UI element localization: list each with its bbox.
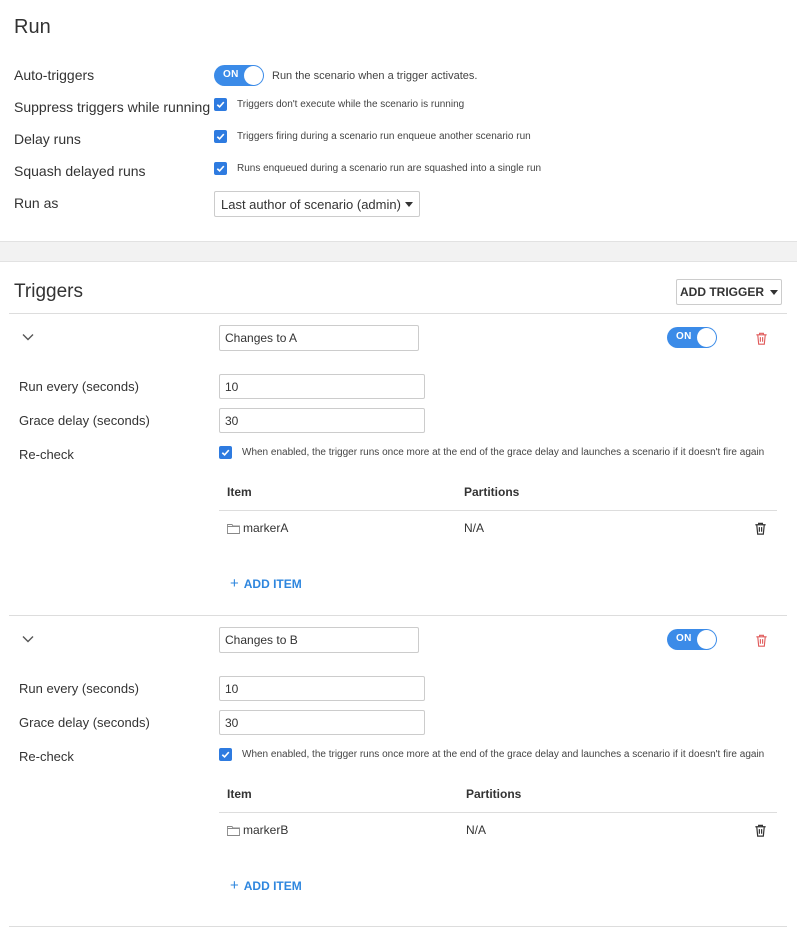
- auto-triggers-description: Run the scenario when a trigger activate…: [272, 69, 478, 82]
- run-as-select[interactable]: Last author of scenario (admin): [214, 191, 420, 217]
- chevron-down-icon[interactable]: [21, 632, 35, 646]
- trigger-name-input[interactable]: Changes to A: [219, 325, 419, 351]
- item-partitions: N/A: [464, 521, 485, 535]
- item-name: markerA: [243, 521, 289, 535]
- triggers-title: Triggers: [14, 281, 83, 302]
- add-trigger-label: ADD TRIGGER: [680, 285, 764, 299]
- squash-checkbox[interactable]: [214, 162, 227, 175]
- folder-icon: [227, 825, 240, 836]
- run-every-label: Run every (seconds): [19, 681, 139, 696]
- toggle-knob: [697, 328, 716, 347]
- run-every-input[interactable]: 10: [219, 676, 425, 701]
- run-every-label: Run every (seconds): [19, 379, 139, 394]
- trash-icon[interactable]: [753, 521, 768, 536]
- trigger-name-input[interactable]: Changes to B: [219, 627, 419, 653]
- partitions-column-header: Partitions: [464, 485, 520, 499]
- section-divider-band: [0, 241, 797, 262]
- squash-label: Squash delayed runs: [14, 163, 146, 179]
- run-as-value: Last author of scenario (admin): [221, 196, 401, 212]
- add-item-label: ADD ITEM: [243, 576, 302, 591]
- recheck-checkbox[interactable]: [219, 748, 232, 761]
- item-column-header: Item: [227, 787, 252, 801]
- add-item-button[interactable]: + ADD ITEM: [230, 576, 302, 591]
- table-row-item: markerB: [227, 823, 288, 837]
- divider: [9, 615, 787, 616]
- plus-icon: +: [230, 877, 239, 894]
- delay-runs-description: Triggers firing during a scenario run en…: [237, 131, 531, 142]
- trigger-toggle[interactable]: ON: [667, 629, 717, 650]
- check-icon: [221, 751, 230, 759]
- delay-runs-label: Delay runs: [14, 131, 81, 147]
- suppress-checkbox[interactable]: [214, 98, 227, 111]
- chevron-down-icon[interactable]: [21, 330, 35, 344]
- add-item-button[interactable]: + ADD ITEM: [230, 878, 302, 893]
- divider: [9, 313, 787, 314]
- trash-icon[interactable]: [754, 633, 769, 648]
- toggle-knob: [244, 66, 263, 85]
- auto-triggers-toggle[interactable]: ON: [214, 65, 264, 86]
- toggle-knob: [697, 630, 716, 649]
- add-item-label: ADD ITEM: [243, 878, 302, 893]
- recheck-description: When enabled, the trigger runs once more…: [242, 749, 765, 760]
- toggle-on-text: ON: [676, 633, 692, 644]
- suppress-label: Suppress triggers while running: [14, 99, 211, 115]
- trash-icon[interactable]: [754, 331, 769, 346]
- grace-delay-label: Grace delay (seconds): [19, 715, 150, 730]
- trash-icon[interactable]: [753, 823, 768, 838]
- item-column-header: Item: [227, 485, 252, 499]
- folder-icon: [227, 523, 240, 534]
- run-section: Run Auto-triggers ON Run the scenario wh…: [0, 0, 797, 241]
- trigger-toggle[interactable]: ON: [667, 327, 717, 348]
- recheck-label: Re-check: [19, 447, 74, 462]
- delay-runs-checkbox[interactable]: [214, 130, 227, 143]
- caret-down-icon: [770, 289, 778, 295]
- run-every-input[interactable]: 10: [219, 374, 425, 399]
- squash-description: Runs enqueued during a scenario run are …: [237, 163, 542, 174]
- divider: [9, 926, 787, 927]
- table-divider: [219, 510, 777, 511]
- caret-down-icon: [405, 201, 413, 207]
- toggle-on-text: ON: [223, 69, 239, 80]
- check-icon: [216, 133, 225, 141]
- check-icon: [221, 449, 230, 457]
- check-icon: [216, 101, 225, 109]
- table-row-item: markerA: [227, 521, 288, 535]
- toggle-on-text: ON: [676, 331, 692, 342]
- grace-delay-input[interactable]: 30: [219, 710, 425, 735]
- run-title: Run: [14, 16, 51, 38]
- partitions-column-header: Partitions: [466, 787, 522, 801]
- recheck-checkbox[interactable]: [219, 446, 232, 459]
- recheck-description: When enabled, the trigger runs once more…: [242, 447, 765, 458]
- auto-triggers-label: Auto-triggers: [14, 67, 95, 83]
- plus-icon: +: [230, 575, 239, 592]
- run-as-label: Run as: [14, 195, 59, 211]
- recheck-label: Re-check: [19, 749, 74, 764]
- item-name: markerB: [243, 823, 289, 837]
- suppress-description: Triggers don't execute while the scenari…: [237, 99, 465, 110]
- check-icon: [216, 165, 225, 173]
- table-divider: [219, 812, 777, 813]
- add-trigger-button[interactable]: ADD TRIGGER: [676, 279, 782, 305]
- grace-delay-input[interactable]: 30: [219, 408, 425, 433]
- grace-delay-label: Grace delay (seconds): [19, 413, 150, 428]
- item-partitions: N/A: [466, 823, 487, 837]
